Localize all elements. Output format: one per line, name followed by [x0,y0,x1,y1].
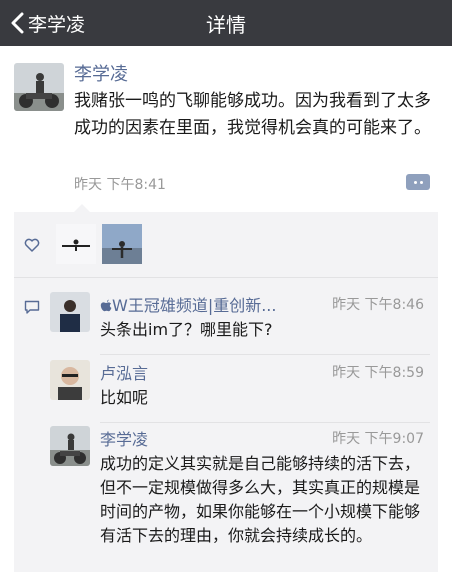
dot [419,180,423,184]
comment-text: 比如呢 [100,388,149,407]
comment-icon [24,300,40,314]
comment-divider [100,354,430,355]
post-author-name[interactable]: 李学凌 [74,60,128,86]
comment-text: 头条出im了？哪里能下? [100,320,273,339]
commenter-avatar[interactable] [50,426,90,466]
comment-text: 成功的定义其实就是自己能够持续的活下去，但不一定规模做得多么大，其实真正的规模是… [100,454,421,545]
page-title: 详情 [206,13,246,37]
comment-item: 李学凌 昨天 下午9:07 成功的定义其实就是自己能够持续的活下去，但不一定规模… [50,426,430,572]
heart-icon [24,238,40,252]
more-actions-button[interactable] [406,174,430,190]
moment-post: 李学凌 我赌张一鸣的飞聊能够成功。因为我看到了太多成功的因素在里面，我觉得机会真… [0,46,452,206]
comment-divider [100,422,430,423]
post-timestamp: 昨天 下午8:41 [74,177,166,193]
post-text: 我赌张一鸣的飞聊能够成功。因为我看到了太多成功的因素在里面，我觉得机会真的可能来… [74,91,431,138]
likes-row [14,212,438,278]
commenter-name-text: W王冠雄频道|重创新... [112,296,277,315]
commenter-name[interactable]: 李学凌 [100,426,148,450]
navigation-bar: 李学凌 详情 [0,0,452,46]
commenter-name[interactable]: W王冠雄频道|重创新... [100,292,318,316]
comment-timestamp: 昨天 下午8:46 [332,297,424,313]
commenter-avatar[interactable] [50,292,90,332]
interactions-panel: W王冠雄频道|重创新... 昨天 下午8:46 头条出im了？哪里能下? 卢泓言… [14,204,438,572]
more-dots-icon [413,180,417,184]
comment-timestamp: 昨天 下午8:59 [332,365,424,381]
liker-avatar[interactable] [102,224,142,264]
post-author-avatar[interactable] [14,63,64,111]
comment-item: W王冠雄频道|重创新... 昨天 下午8:46 头条出im了？哪里能下? [50,292,430,355]
commenter-avatar[interactable] [50,360,90,400]
commenter-name[interactable]: 卢泓言 [100,360,148,384]
apple-icon [100,299,112,312]
liker-avatar[interactable] [56,224,96,264]
comment-item: 卢泓言 昨天 下午8:59 比如呢 [50,360,430,423]
comment-timestamp: 昨天 下午9:07 [332,431,424,447]
